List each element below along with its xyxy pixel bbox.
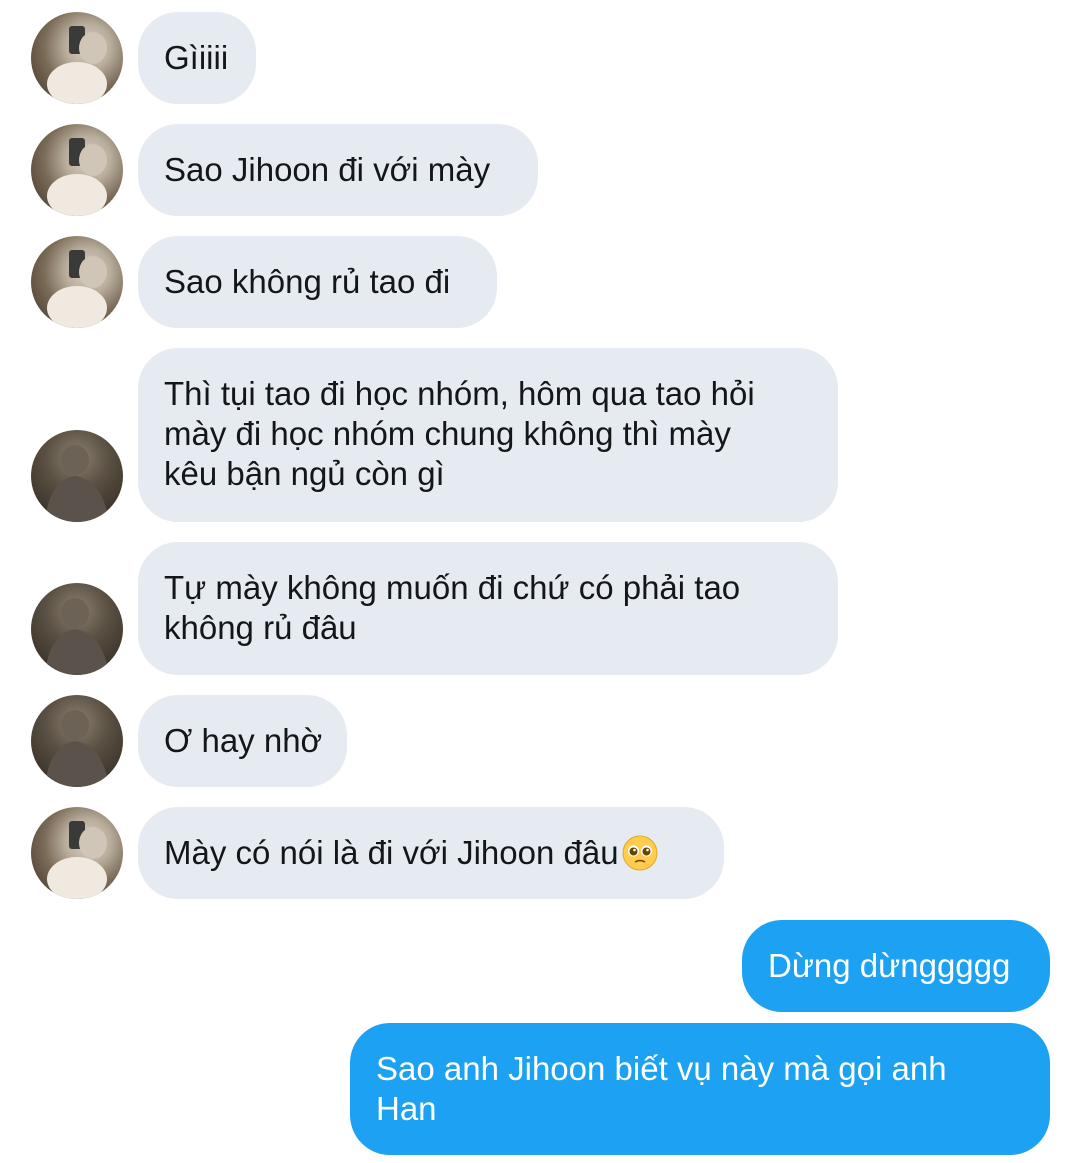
- message-bubble-incoming: Mày có nói là đi với Jihoon đâu: [138, 807, 724, 899]
- message-bubble-outgoing: Sao anh Jihoon biết vụ này mà gọi anh Ha…: [350, 1023, 1050, 1155]
- avatar-friend-a[interactable]: [31, 12, 123, 104]
- avatar-friend-b[interactable]: [31, 583, 123, 675]
- message-text: Ơ hay nhờ: [164, 722, 323, 759]
- avatar-friend-b[interactable]: [31, 695, 123, 787]
- pleading-face-emoji-icon: [622, 835, 658, 871]
- message-bubble-outgoing: Dừng dừnggggg: [742, 920, 1050, 1012]
- message-bubble-incoming: Thì tụi tao đi học nhóm, hôm qua tao hỏi…: [138, 348, 838, 522]
- message-text-line: Sao anh Jihoon biết vụ này mà gọi anh: [376, 1050, 947, 1087]
- message-bubble-incoming: Tự mày không muốn đi chứ có phải tao khô…: [138, 542, 838, 675]
- avatar-friend-b[interactable]: [31, 430, 123, 522]
- message-text: Sao không rủ tao đi: [164, 263, 451, 300]
- message-text: Gìiiii: [164, 39, 229, 76]
- avatar-friend-a[interactable]: [31, 236, 123, 328]
- message-text: Mày có nói là đi với Jihoon đâu: [164, 834, 619, 871]
- message-text-line: mày đi học nhóm chung không thì mày: [164, 415, 731, 452]
- message-bubble-incoming: Gìiiii: [138, 12, 256, 104]
- message-bubble-incoming: Ơ hay nhờ: [138, 695, 347, 787]
- avatar-friend-a[interactable]: [31, 807, 123, 899]
- message-text-line: Tự mày không muốn đi chứ có phải tao: [164, 569, 741, 606]
- message-bubble-incoming: Sao Jihoon đi với mày: [138, 124, 538, 216]
- message-text-line: Han: [376, 1090, 437, 1127]
- message-text-line: kêu bận ngủ còn gì: [164, 455, 445, 492]
- message-bubble-incoming: Sao không rủ tao đi: [138, 236, 497, 328]
- message-text-line: không rủ đâu: [164, 609, 357, 646]
- message-text-line: Thì tụi tao đi học nhóm, hôm qua tao hỏi: [164, 375, 755, 412]
- message-text: Sao Jihoon đi với mày: [164, 151, 491, 188]
- message-text: Dừng dừnggggg: [768, 947, 1011, 984]
- avatar-friend-a[interactable]: [31, 124, 123, 216]
